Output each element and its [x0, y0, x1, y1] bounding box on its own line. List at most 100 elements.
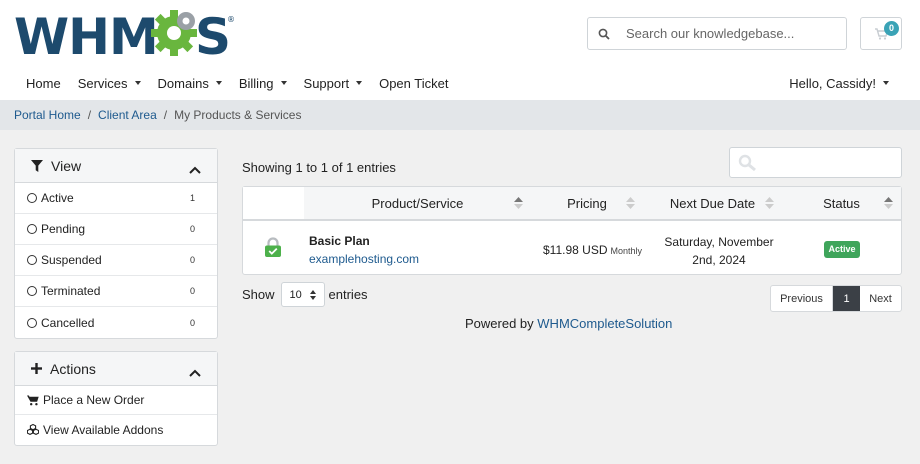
column-label: Product/Service: [371, 195, 464, 211]
column-header-product[interactable]: Product/Service: [304, 187, 531, 219]
filter-count: 1: [189, 193, 195, 203]
whmcs-logo[interactable]: WHM S ®: [14, 8, 236, 60]
nav-label: Open Ticket: [379, 75, 449, 91]
filter-count: 0: [189, 286, 195, 296]
caret-down-icon: [883, 81, 889, 85]
actions-panel-header[interactable]: Actions: [15, 352, 217, 386]
radio-icon: [27, 317, 37, 328]
filter-label: Suspended: [41, 253, 102, 267]
user-menu[interactable]: Hello, Cassidy!: [789, 73, 889, 93]
filter-pending[interactable]: Pending 0: [15, 214, 217, 245]
breadcrumb: Portal Home / Client Area / My Products …: [0, 100, 920, 130]
nav-services[interactable]: Services: [78, 73, 141, 93]
caret-down-icon: [280, 81, 287, 85]
filter-count: 0: [189, 224, 195, 234]
knowledgebase-search[interactable]: [587, 17, 847, 50]
sort-icon: [626, 197, 635, 212]
action-view-addons[interactable]: View Available Addons: [15, 415, 217, 444]
view-panel-header[interactable]: View: [15, 149, 217, 183]
caret-down-icon: [215, 81, 222, 85]
filter-active[interactable]: Active 1: [15, 183, 217, 214]
chevron-up-icon[interactable]: [189, 161, 201, 177]
pagination-next[interactable]: Next: [860, 286, 901, 311]
sort-icon: [514, 197, 523, 212]
svg-text:WHM: WHM: [14, 8, 158, 60]
table-header: Product/Service Pricing Next Due Date St…: [243, 187, 901, 221]
column-header-status[interactable]: Status: [782, 187, 901, 219]
column-header-next-due-date[interactable]: Next Due Date: [643, 187, 782, 219]
pagination-previous[interactable]: Previous: [771, 286, 833, 311]
pagination: Previous 1 Next: [770, 285, 902, 312]
radio-icon: [27, 193, 37, 203]
filter-label: Cancelled: [41, 315, 95, 330]
sort-icon: [884, 197, 893, 212]
cubes-icon: [27, 424, 39, 435]
powered-by-link[interactable]: WHMCompleteSolution: [537, 316, 672, 331]
nav-label: Support: [303, 75, 350, 91]
svg-text:S: S: [195, 8, 231, 60]
view-filter-panel: View Active 1 Pending 0 Suspended 0 Termina…: [14, 148, 218, 339]
filter-count: 0: [189, 317, 195, 328]
filter-suspended[interactable]: Suspended 0: [15, 245, 217, 276]
column-header-pricing[interactable]: Pricing: [531, 187, 643, 219]
nav-label: Billing: [238, 75, 274, 91]
page-size-value: 10: [289, 288, 302, 301]
nav-label: Services: [77, 75, 128, 91]
site-header: WHM S ® Search our knowledgebase... 0 Ho…: [0, 0, 920, 100]
column-header-icon: [243, 187, 304, 219]
actions-panel: Actions Place a New Order View Available…: [14, 351, 218, 446]
billing-cycle: Monthly: [610, 246, 642, 256]
cart-button[interactable]: 0: [860, 17, 902, 50]
cart-count-badge: 0: [884, 21, 899, 36]
nav-open-ticket[interactable]: Open Ticket: [379, 73, 448, 93]
radio-icon: [27, 255, 37, 265]
show-label: Show: [242, 287, 275, 302]
view-panel-title: View: [51, 157, 82, 174]
column-label: Next Due Date: [669, 195, 756, 211]
main-nav: Home Services Domains Billing Support Op…: [26, 73, 465, 93]
pagination-page-1[interactable]: 1: [833, 286, 860, 311]
svg-text:®: ®: [227, 15, 235, 24]
status-badge: Active: [824, 241, 860, 258]
filter-label: Active: [41, 191, 74, 205]
nav-billing[interactable]: Billing: [239, 73, 287, 93]
next-due-date: Saturday, November 2nd, 2024: [659, 233, 779, 269]
price-amount: $11.98 USD: [543, 243, 608, 257]
logo-wordmark: WHM S ®: [14, 8, 235, 60]
sort-icon: [765, 197, 774, 212]
nav-domains[interactable]: Domains: [158, 73, 222, 93]
nav-home[interactable]: Home: [26, 73, 61, 93]
breadcrumb-separator: /: [163, 108, 168, 122]
caret-down-icon: [134, 81, 141, 85]
page-size-select[interactable]: 10: [280, 282, 325, 307]
column-label: Pricing: [567, 195, 607, 211]
entries-summary: Showing 1 to 1 of 1 entries: [242, 160, 396, 175]
plus-icon: [31, 363, 42, 374]
powered-prefix: Powered by: [465, 316, 534, 331]
action-label: View Available Addons: [43, 422, 164, 437]
breadcrumb-client-area[interactable]: Client Area: [98, 108, 157, 122]
search-icon: [588, 28, 620, 40]
radio-icon: [27, 224, 37, 234]
due-date-line: Saturday, November: [664, 235, 774, 249]
table-search-input[interactable]: [729, 147, 902, 178]
product-name: Basic Plan: [309, 234, 370, 248]
radio-icon: [27, 286, 37, 296]
caret-down-icon: [356, 81, 363, 85]
chevron-up-icon[interactable]: [189, 364, 201, 380]
filter-cancelled[interactable]: Cancelled 0: [15, 307, 217, 338]
search-input[interactable]: [626, 26, 836, 41]
nav-support[interactable]: Support: [304, 73, 363, 93]
product-pricing: $11.98 USD Monthly: [543, 243, 642, 257]
powered-by: Powered by WHMCompleteSolution: [465, 316, 672, 331]
breadcrumb-current: My Products & Services: [174, 108, 302, 122]
product-domain-link[interactable]: examplehosting.com: [309, 252, 419, 266]
action-place-new-order[interactable]: Place a New Order: [15, 386, 217, 415]
user-greeting: Hello, Cassidy!: [789, 75, 876, 91]
breadcrumb-separator: /: [87, 108, 92, 122]
breadcrumb-portal-home[interactable]: Portal Home: [14, 108, 81, 122]
filter-terminated[interactable]: Terminated 0: [15, 276, 217, 307]
nav-label: Home: [26, 75, 61, 91]
products-table: Product/Service Pricing Next Due Date St…: [242, 186, 902, 275]
due-date-line: 2nd, 2024: [692, 253, 746, 267]
